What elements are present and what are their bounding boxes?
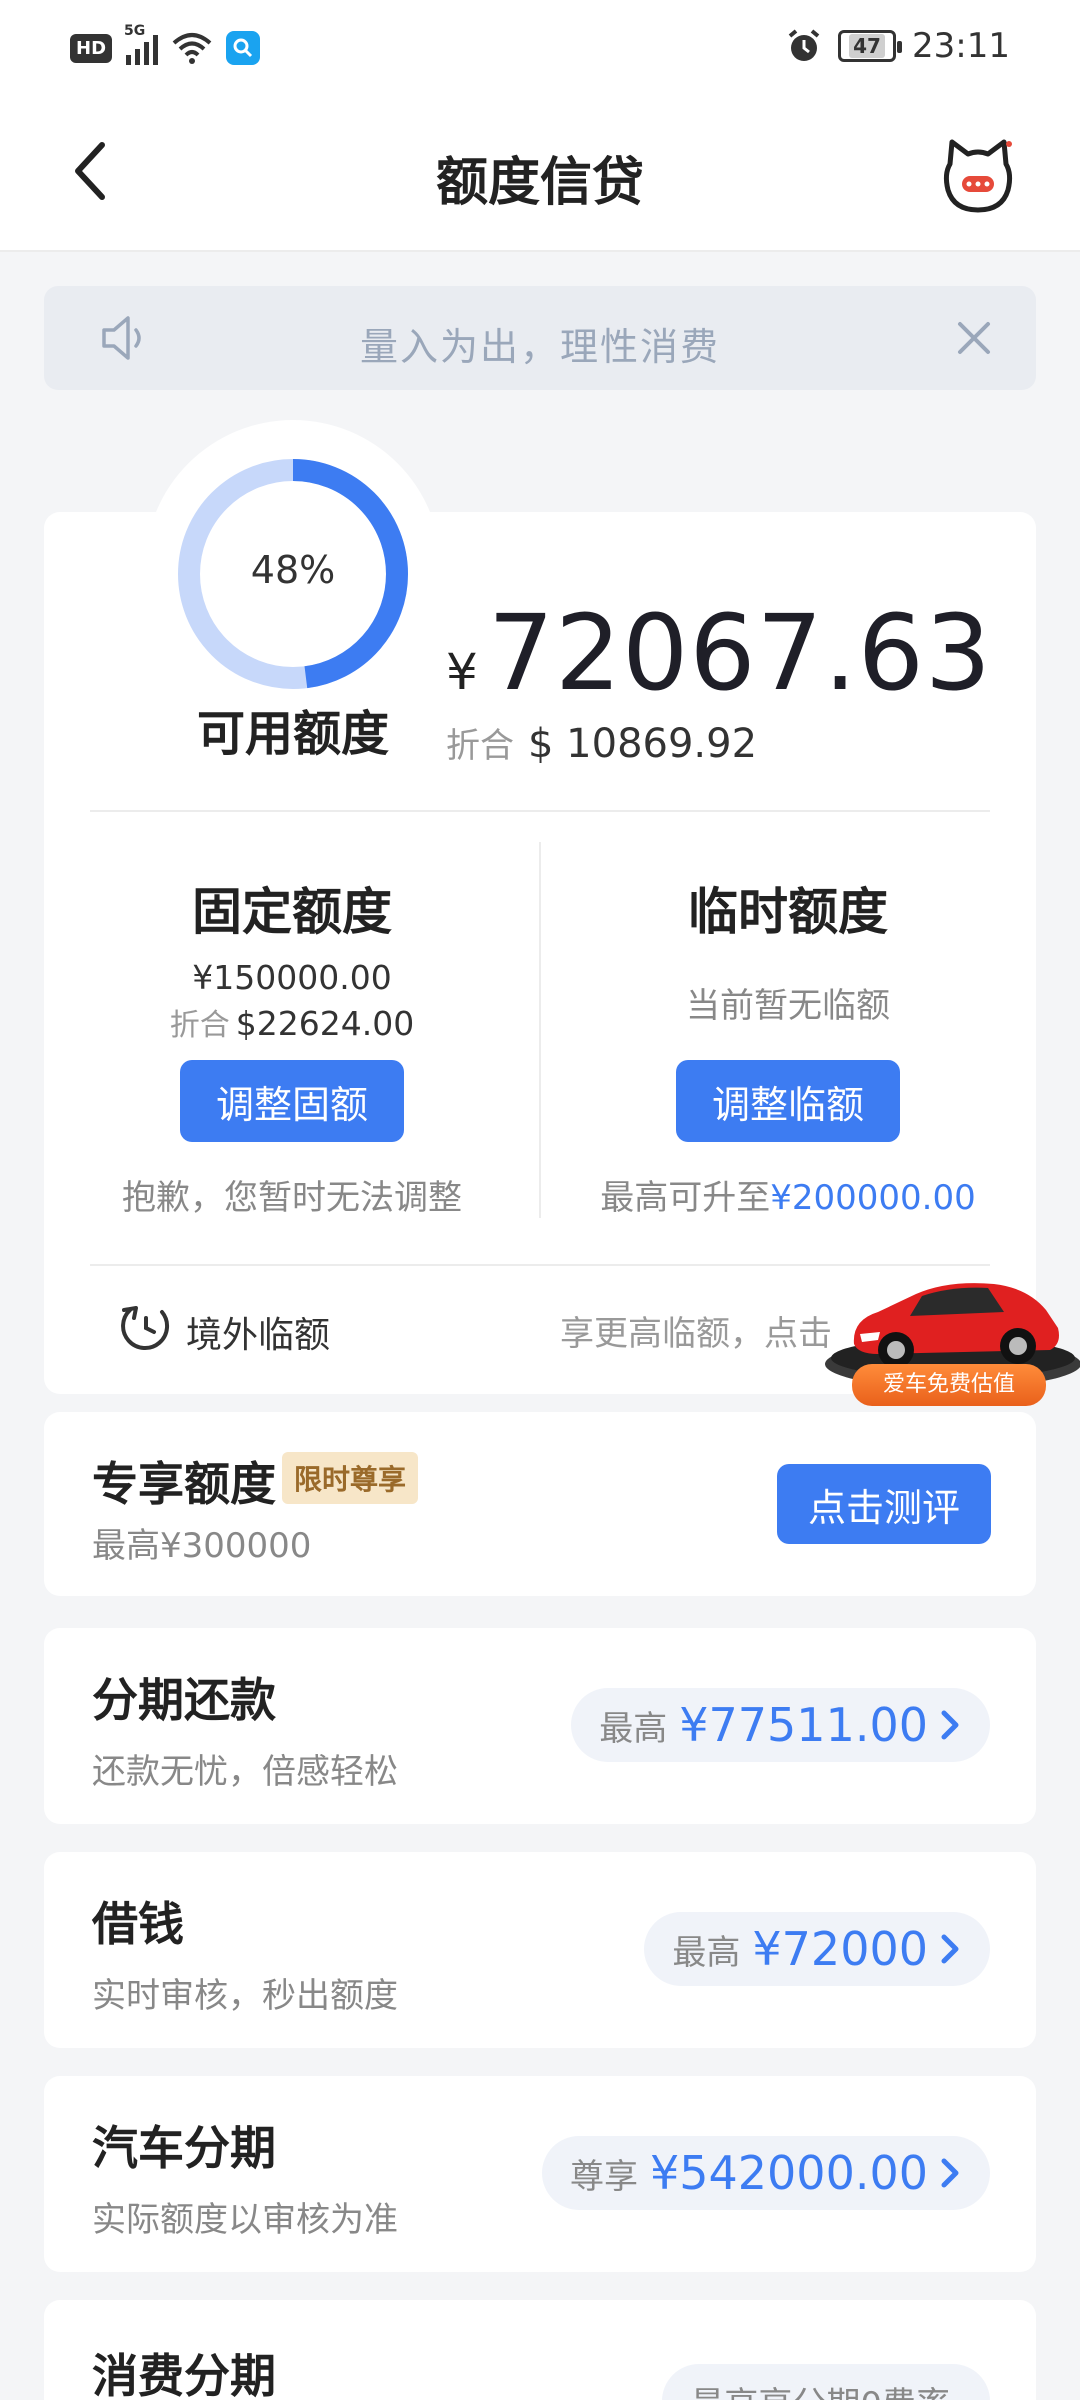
product-title: 分期还款 [92, 1673, 276, 1727]
fixed-converted-label: 折合 [169, 1008, 230, 1043]
hd-indicator: HD [70, 33, 113, 63]
pill-amount: ¥542000.00 [649, 2146, 928, 2200]
installment-repay-card[interactable]: 分期还款 还款无忧，倍感轻松 最高 ¥77511.00 [44, 1628, 1036, 1824]
product-sub: 实际额度以审核为准 [92, 2200, 398, 2240]
customer-service-cat-icon[interactable] [936, 134, 1020, 218]
pill-amount: ¥72000 [752, 1922, 928, 1976]
chevron-right-icon [941, 1934, 959, 1964]
pill-amount: ¥77511.00 [679, 1698, 928, 1752]
page-title: 额度信贷 [435, 153, 644, 213]
product-title: 消费分期 [92, 2349, 276, 2400]
overseas-plane-icon[interactable] [120, 1300, 172, 1352]
converted-label: 折合 [446, 726, 514, 766]
temp-credit-note: 最高可升至¥200000.00 [568, 1170, 1008, 1219]
consumer-installment-card[interactable]: 消费分期 最高享分期0费率 [44, 2300, 1036, 2400]
temp-note-prefix: 最高可升至 [600, 1178, 771, 1218]
product-sub: 还款无忧，倍感轻松 [92, 1752, 398, 1792]
converted-value: $ 10869.92 [528, 721, 758, 767]
divider [90, 810, 990, 812]
product-amount-pill[interactable]: 最高 ¥72000 [644, 1912, 990, 1986]
wifi-icon [172, 33, 212, 64]
fixed-converted-value: $22624.00 [235, 1004, 415, 1043]
temp-credit-status: 当前暂无临额 [686, 986, 890, 1026]
notice-banner: 量入为出，理性消费 [44, 286, 1036, 390]
evaluate-button[interactable]: 点击测评 [777, 1464, 991, 1544]
adjust-temp-button[interactable]: 调整临额 [676, 1060, 900, 1142]
chevron-right-icon [941, 2158, 959, 2188]
overseas-credit-label[interactable]: 境外临额 [186, 1306, 330, 1358]
fixed-credit-amount: ¥150000.00 [192, 958, 392, 997]
battery-icon: 47 [838, 30, 903, 62]
exclusive-credit-card[interactable]: 专享额度 限时尊享 最高¥300000 点击测评 [44, 1412, 1036, 1596]
fixed-credit-converted: 折合 $22624.00 [102, 1000, 482, 1044]
car-installment-card[interactable]: 汽车分期 实际额度以审核为准 尊享 ¥542000.00 [44, 2076, 1036, 2272]
product-amount-pill[interactable]: 尊享 ¥542000.00 [541, 2136, 990, 2210]
status-right: 47 23:11 [786, 24, 1010, 68]
chevron-right-icon [941, 1710, 959, 1740]
exclusive-sub: 最高¥300000 [92, 1526, 312, 1566]
nav-header: 额度信贷 [0, 96, 1080, 252]
fixed-credit-title: 固定额度 [192, 883, 392, 941]
overseas-credit-desc[interactable]: 享更高临额，点击 [560, 1306, 832, 1355]
fixed-credit-note: 抱歉，您暂时无法调整 [122, 1178, 462, 1218]
product-amount-pill[interactable]: 最高 ¥77511.00 [571, 1688, 990, 1762]
converted-amount: 折合 $ 10869.92 [446, 718, 757, 767]
alarm-icon [788, 29, 820, 61]
available-amount: ¥ 72067.63 [446, 592, 992, 714]
temp-note-amount: ¥200000.00 [770, 1178, 976, 1218]
search-app-icon [226, 31, 261, 65]
pill-prefix: 最高 [599, 1708, 668, 1749]
pill-prefix: 最高享分期0费率 [690, 2377, 950, 2400]
available-amount-value: 72067.63 [487, 592, 993, 714]
available-credit-label: 可用额度 [196, 706, 389, 762]
status-left: HD 5G [70, 23, 261, 68]
temp-credit-title: 临时额度 [688, 883, 888, 941]
credit-percent: 48% [250, 548, 336, 592]
exclusive-title: 专享额度 [92, 1457, 276, 1511]
product-title: 借钱 [92, 1897, 184, 1951]
adjust-fixed-button[interactable]: 调整固额 [180, 1060, 404, 1142]
currency-symbol: ¥ [446, 643, 478, 701]
network-type: 5G [124, 23, 146, 39]
cell-signal-icon: 5G [124, 23, 159, 65]
notice-text: 量入为出，理性消费 [359, 325, 720, 369]
pill-prefix: 最高 [672, 1932, 741, 1973]
close-icon[interactable] [952, 316, 996, 360]
product-title: 汽车分期 [92, 2121, 276, 2175]
battery-level: 47 [849, 34, 885, 58]
car-ad-label[interactable]: 爱车免费估值 [852, 1364, 1046, 1406]
product-amount-pill[interactable]: 最高享分期0费率 [662, 2364, 990, 2400]
status-bar: HD 5G 47 23:11 [0, 0, 1080, 96]
clock: 23:11 [912, 26, 1010, 66]
borrow-card[interactable]: 借钱 实时审核，秒出额度 最高 ¥72000 [44, 1852, 1036, 2048]
product-sub: 实时审核，秒出额度 [92, 1976, 398, 2016]
pill-prefix: 尊享 [569, 2156, 638, 2197]
divider [539, 842, 541, 1218]
limited-tag: 限时尊享 [282, 1452, 419, 1504]
